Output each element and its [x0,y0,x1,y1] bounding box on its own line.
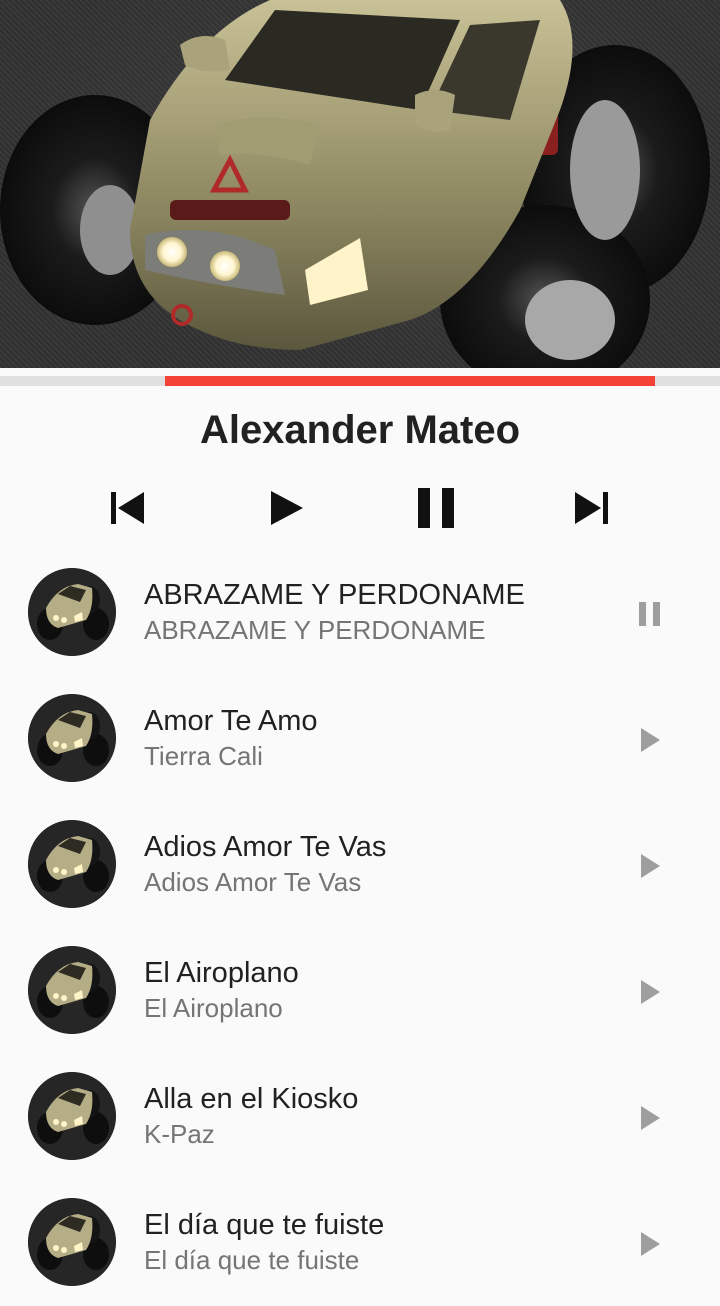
track-play-button[interactable] [622,972,678,1012]
playback-controls [0,480,720,536]
track-artist: El Airoplano [144,993,283,1023]
track-play-button[interactable] [622,846,678,886]
play-icon [271,491,303,525]
track-row[interactable]: Alla en el Kiosko K-Paz [0,1054,720,1180]
skip-previous-icon [111,492,144,524]
track-title: El Airoplano [144,957,299,989]
track-title: El día que te fuiste [144,1209,385,1241]
album-artwork [0,0,720,368]
pause-icon [639,602,660,626]
track-play-button[interactable] [622,1224,678,1264]
track-thumbnail [28,694,116,782]
track-artist: Tierra Cali [144,741,263,771]
pause-button[interactable] [406,480,466,536]
track-play-button[interactable] [622,1098,678,1138]
playback-progress-bar[interactable] [0,376,720,386]
track-list: ABRAZAME Y PERDONAME ABRAZAME Y PERDONAM… [0,550,720,1306]
track-artist: K-Paz [144,1119,215,1149]
pause-icon [418,488,454,528]
track-thumbnail [28,568,116,656]
now-playing-artist: Alexander Mateo [199,408,521,452]
track-artist: El día que te fuiste [144,1245,360,1275]
track-row[interactable]: El Airoplano El Airoplano [0,928,720,1054]
track-thumbnail [28,1072,116,1160]
play-icon [641,1106,660,1130]
track-row[interactable]: ABRAZAME Y PERDONAME ABRAZAME Y PERDONAM… [0,550,720,676]
skip-next-icon [575,492,608,524]
track-artist: Adios Amor Te Vas [144,867,362,897]
monster-truck-image [0,0,710,368]
track-artist: ABRAZAME Y PERDONAME [144,615,486,645]
track-thumbnail [28,820,116,908]
track-thumbnail [28,946,116,1034]
play-button[interactable] [256,480,316,536]
track-pause-button[interactable] [622,594,678,634]
playback-progress-fill [165,376,655,386]
track-thumbnail [28,1198,116,1286]
track-title: ABRAZAME Y PERDONAME [144,579,525,611]
skip-previous-button[interactable] [98,480,158,536]
track-title: Adios Amor Te Vas [144,831,387,863]
play-icon [641,728,660,752]
play-icon [641,854,660,878]
skip-next-button[interactable] [561,480,621,536]
track-row[interactable]: Amor Te Amo Tierra Cali [0,676,720,802]
track-row[interactable]: Adios Amor Te Vas Adios Amor Te Vas [0,802,720,928]
track-play-button[interactable] [622,720,678,760]
track-title: Alla en el Kiosko [144,1083,359,1115]
track-title: Amor Te Amo [144,705,318,737]
track-row[interactable]: El día que te fuiste El día que te fuist… [0,1180,720,1306]
play-icon [641,980,660,1004]
play-icon [641,1232,660,1256]
